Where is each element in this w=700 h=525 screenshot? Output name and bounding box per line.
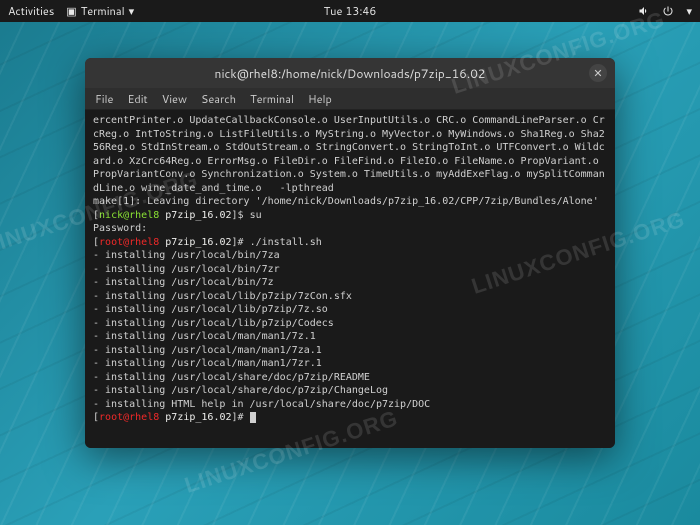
install-line: - installing /usr/local/bin/7z [93,277,274,288]
install-line: - installing /usr/local/man/man1/7zr.1 [93,358,322,369]
install-line: - installing /usr/local/bin/7zr [93,264,280,275]
prompt-user: nick@rhel8 [99,210,159,221]
gnome-top-bar: Activities ▣ Terminal ▾ Tue 13:46 ▾ [0,0,700,22]
root-prompt-path: p7zip_16.02 [165,237,231,248]
make-leave-line: make[1]: Leaving directory '/home/nick/D… [93,196,599,207]
chevron-down-icon: ▾ [129,3,135,19]
terminal-window: nick@rhel8:/home/nick/Downloads/p7zip_16… [85,58,615,448]
install-line: - installing /usr/local/lib/p7zip/7zCon.… [93,291,352,302]
terminal-icon: ▣ [66,3,76,19]
cursor [250,412,256,423]
su-command: su [250,210,262,221]
terminal-output[interactable]: ercentPrinter.o UpdateCallbackConsole.o … [85,110,615,448]
root-prompt-user: root@rhel8 [99,412,159,423]
activities-button[interactable]: Activities [8,3,54,19]
volume-icon[interactable] [638,5,650,17]
install-line: - installing /usr/local/lib/p7zip/Codecs [93,318,334,329]
menu-view[interactable]: View [162,91,187,107]
install-line: - installing HTML help in /usr/local/sha… [93,399,430,410]
install-line: - installing /usr/local/lib/p7zip/7z.so [93,304,328,315]
chevron-down-icon[interactable]: ▾ [686,3,692,19]
prompt-path: p7zip_16.02 [165,210,231,221]
menu-search[interactable]: Search [201,91,236,107]
window-title: nick@rhel8:/home/nick/Downloads/p7zip_16… [215,65,486,82]
menu-help[interactable]: Help [308,91,332,107]
install-line: - installing /usr/local/man/man1/7z.1 [93,331,316,342]
password-prompt: Password: [93,223,147,234]
compile-output: ercentPrinter.o UpdateCallbackConsole.o … [93,115,605,194]
menu-bar: File Edit View Search Terminal Help [85,88,615,110]
close-icon: ✕ [593,65,602,81]
install-line: - installing /usr/local/share/doc/p7zip/… [93,385,388,396]
clock[interactable]: Tue 13:46 [324,3,377,19]
install-line: - installing /usr/local/man/man1/7za.1 [93,345,322,356]
install-line: - installing /usr/local/bin/7za [93,250,280,261]
app-menu-label: Terminal [81,3,125,19]
close-button[interactable]: ✕ [589,64,607,82]
app-menu[interactable]: ▣ Terminal ▾ [66,3,134,19]
menu-terminal[interactable]: Terminal [250,91,294,107]
install-command: ./install.sh [250,237,322,248]
install-line: - installing /usr/local/share/doc/p7zip/… [93,372,370,383]
menu-edit[interactable]: Edit [127,91,147,107]
power-icon[interactable] [662,5,674,17]
menu-file[interactable]: File [95,91,113,107]
root-prompt-path: p7zip_16.02 [165,412,231,423]
root-prompt-user: root@rhel8 [99,237,159,248]
window-title-bar[interactable]: nick@rhel8:/home/nick/Downloads/p7zip_16… [85,58,615,88]
